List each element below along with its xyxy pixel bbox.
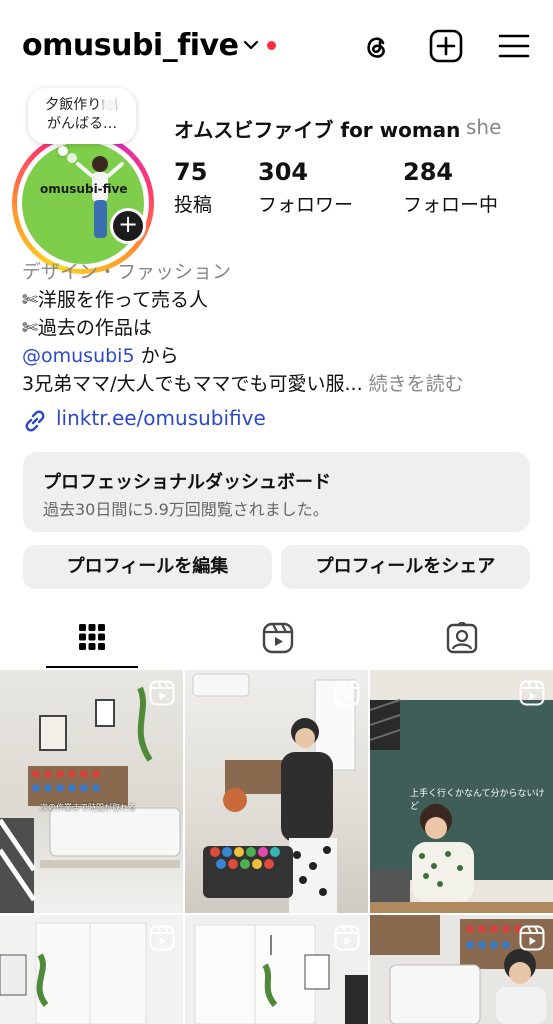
grid-tile[interactable] (185, 915, 368, 1024)
tagged-icon (446, 622, 478, 654)
threads-icon[interactable] (358, 28, 394, 64)
tile-caption: 次の作業まで時間が取れる (40, 803, 136, 812)
bio-mention[interactable]: @omusubi5 (22, 345, 135, 367)
bio-line: ✄過去の作品は (22, 317, 152, 339)
top-bar: omusubi_five (0, 0, 553, 92)
link-icon (25, 410, 45, 432)
read-more-link[interactable]: 続きを読む (363, 373, 464, 395)
tab-tagged[interactable] (368, 612, 552, 668)
tile-scene (0, 686, 181, 913)
reels-icon (149, 680, 175, 706)
note-tail (58, 146, 68, 156)
bio-category: デザイン・ファッション (22, 261, 232, 283)
grid-tile[interactable]: 次の作業まで時間が取れる (0, 670, 183, 913)
dashboard-subtitle: 過去30日間に5.9万回閲覧されました。 (43, 500, 329, 519)
avatar: omusubi-five (22, 142, 144, 264)
pronoun: she (466, 115, 502, 139)
notification-dot (267, 41, 276, 50)
stat-followers[interactable]: 304 フォロワー (258, 158, 353, 217)
reels-icon (149, 925, 175, 951)
edit-profile-button[interactable]: プロフィールを編集 (23, 545, 272, 589)
stat-value: 304 (258, 158, 309, 186)
display-name: オムスビファイブ for woman (174, 118, 461, 142)
active-tab-indicator (46, 666, 138, 668)
reels-icon (334, 680, 360, 706)
dashboard-title: プロフェッショナルダッシュボード (43, 472, 331, 493)
grid-tile[interactable] (185, 670, 368, 913)
avatar-illustration (67, 153, 124, 238)
username[interactable]: omusubi_five (22, 28, 239, 63)
stat-label: フォロワー (258, 194, 354, 216)
grid-tile[interactable] (0, 915, 183, 1024)
chevron-down-icon[interactable] (242, 36, 260, 54)
tab-grid[interactable] (0, 612, 184, 668)
note-bubble[interactable]: 夕飯作り🍽️ がんばる… (28, 88, 136, 144)
bio: デザイン・ファッション ✄洋服を作って売る人 ✄過去の作品は @omusubi5… (22, 258, 532, 398)
stat-label: 投稿 (174, 194, 213, 216)
stat-value: 284 (403, 158, 454, 186)
bio-line: ✄洋服を作って売る人 (22, 289, 208, 311)
reels-icon (334, 925, 360, 951)
grid-tile[interactable]: 上手く行くかなんて分からないけど (370, 670, 553, 913)
tab-reels[interactable] (184, 612, 368, 668)
avatar-label: omusubi-five (40, 182, 128, 196)
new-post-icon[interactable] (428, 28, 464, 64)
grid-tile[interactable] (370, 915, 553, 1024)
stat-posts[interactable]: 75 投稿 (174, 158, 212, 217)
bio-mention-suffix: から (134, 345, 179, 367)
reels-icon (519, 680, 545, 706)
stat-label: フォロー中 (403, 194, 499, 216)
share-profile-button[interactable]: プロフィールをシェア (281, 545, 530, 589)
tile-caption: 上手く行くかなんて分からないけど (410, 789, 545, 812)
stat-following[interactable]: 284 フォロー中 (403, 158, 498, 217)
profile-avatar[interactable]: omusubi-five + (12, 132, 154, 274)
note-line-2: がんばる… (47, 116, 117, 132)
bio-line: 3兄弟ママ/大人でもママでも可愛い服... (22, 373, 363, 395)
bio-link-text: linktr.ee/omusubifive (56, 406, 266, 430)
reels-icon (262, 622, 294, 654)
grid-icon (79, 624, 105, 650)
profile-tabs (0, 612, 553, 668)
add-story-button[interactable]: + (110, 208, 146, 244)
menu-icon[interactable] (496, 28, 532, 64)
note-line-1: 夕飯作り🍽️ (45, 97, 119, 113)
stat-value: 75 (174, 158, 208, 186)
reels-icon (519, 925, 545, 951)
tile-scene (192, 673, 356, 913)
professional-dashboard[interactable]: プロフェッショナルダッシュボード 過去30日間に5.9万回閲覧されました。 (23, 452, 530, 532)
